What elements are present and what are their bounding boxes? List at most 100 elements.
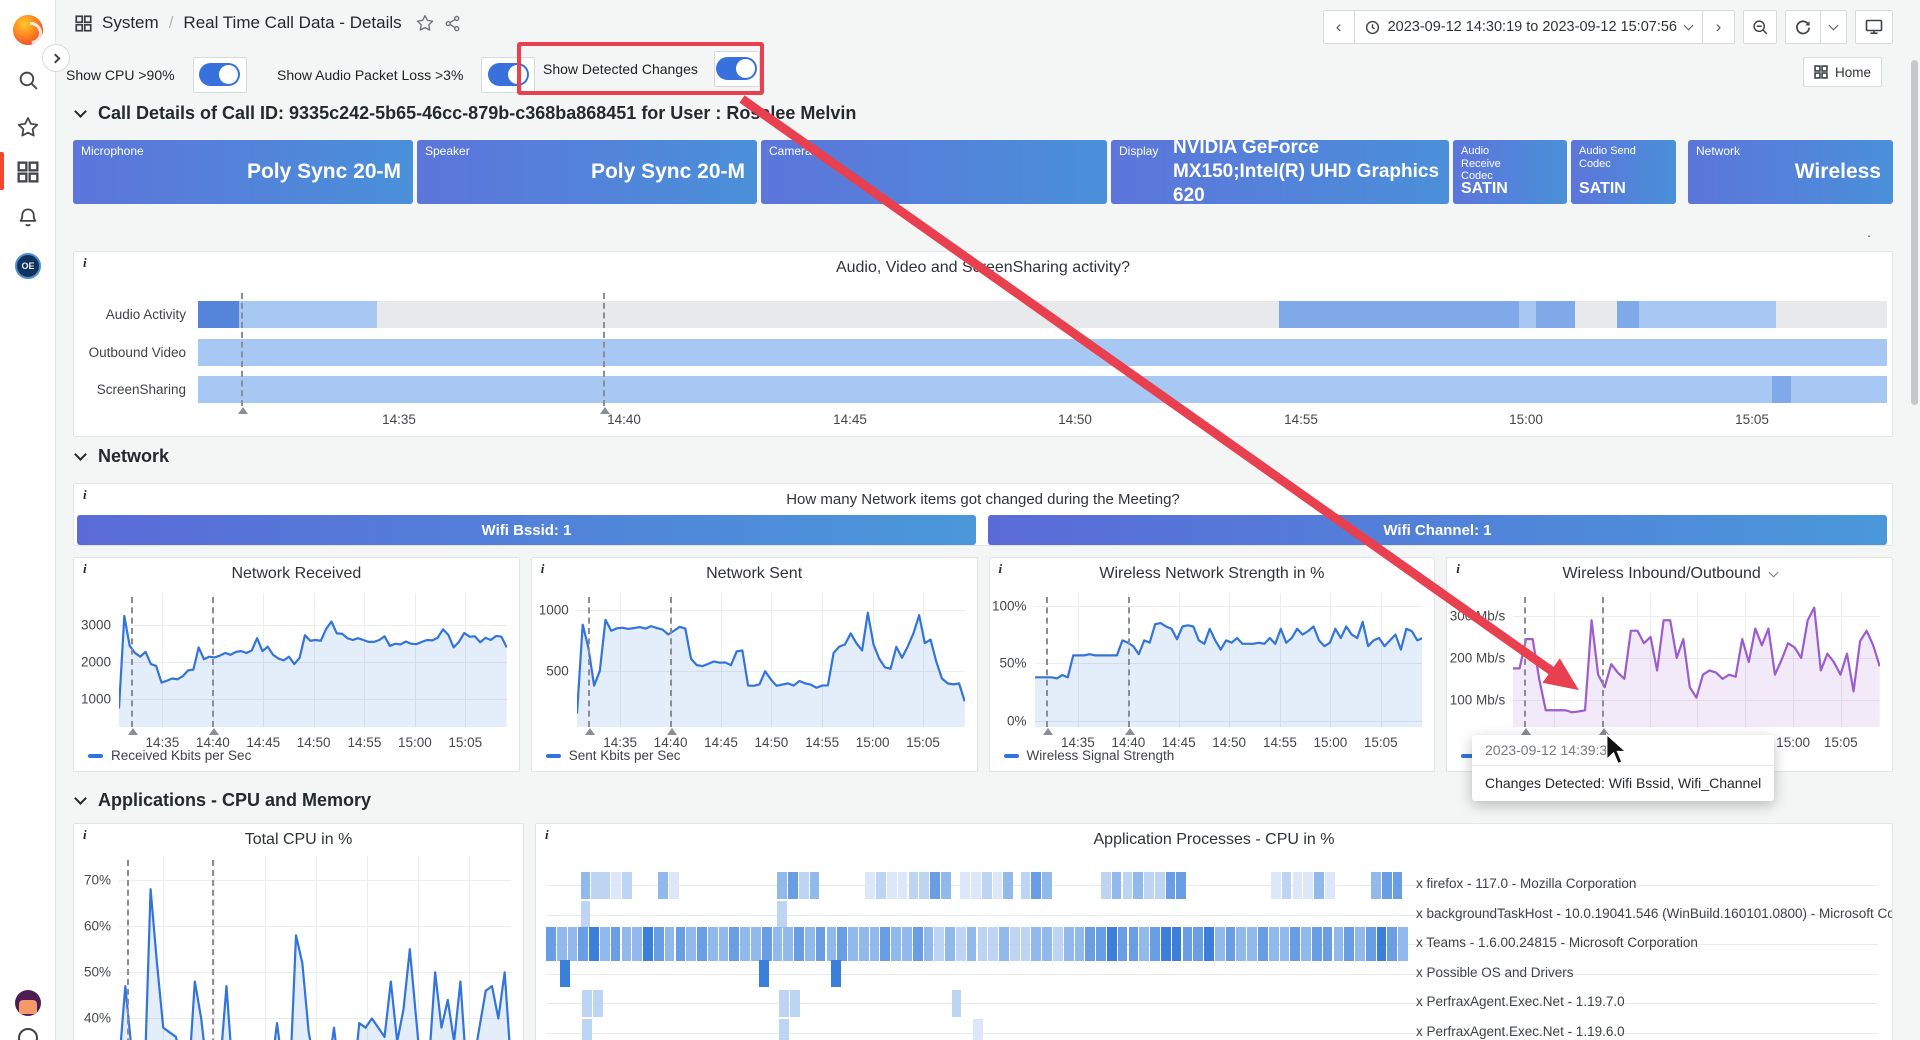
heatmap-cell[interactable] (658, 872, 668, 899)
chevron-down-icon[interactable] (1768, 568, 1778, 578)
heatmap-cell[interactable] (1003, 872, 1013, 899)
annotation-line[interactable] (212, 860, 214, 1040)
annotation-line[interactable] (670, 597, 672, 727)
heatmap-cell[interactable] (788, 872, 798, 899)
heatmap-cell[interactable] (719, 927, 729, 961)
heatmap-cell[interactable] (837, 927, 847, 961)
heatmap-cell[interactable] (1021, 872, 1031, 899)
info-icon[interactable]: i (83, 561, 87, 577)
toggle-detected-changes[interactable] (714, 51, 760, 87)
sidebar-expand-button[interactable] (42, 44, 70, 72)
heatmap-cell[interactable] (1382, 872, 1392, 899)
heatmap-cell[interactable] (777, 872, 787, 899)
heatmap-cell[interactable] (790, 990, 800, 1017)
heatmap-cell[interactable] (1129, 927, 1139, 961)
heatmap-cell[interactable] (934, 927, 944, 961)
timeline-segment[interactable] (1536, 301, 1575, 328)
annotation-line[interactable] (1046, 597, 1048, 727)
legend-wireless-signal[interactable]: Wireless Signal Strength (1004, 748, 1175, 763)
heatmap-cell[interactable] (971, 872, 981, 899)
heatmap-cell[interactable] (1031, 872, 1041, 899)
annotation-line[interactable] (241, 293, 243, 406)
heatmap-cell[interactable] (665, 927, 675, 961)
section-network[interactable]: Network (73, 446, 169, 467)
heatmap-cell[interactable] (593, 990, 603, 1017)
heatmap-cell[interactable] (676, 927, 686, 961)
heatmap-cell[interactable] (816, 927, 826, 961)
process-series-label[interactable]: x firefox - 117.0 - Mozilla Corporation (1416, 876, 1636, 891)
heatmap-cell[interactable] (1042, 927, 1052, 961)
dashboards-icon[interactable] (0, 154, 56, 190)
heatmap-cell[interactable] (902, 927, 912, 961)
heatmap-cell[interactable] (1371, 872, 1381, 899)
heatmap-cell[interactable] (1271, 872, 1281, 899)
heatmap-cell[interactable] (1366, 927, 1376, 961)
timeline-segment[interactable] (1772, 376, 1791, 403)
heatmap-cell[interactable] (891, 927, 901, 961)
heatmap-cell[interactable] (1096, 927, 1106, 961)
heatmap-cell[interactable] (848, 927, 858, 961)
heatmap-cell[interactable] (1323, 927, 1333, 961)
annotation-line[interactable] (1524, 597, 1526, 727)
heatmap-cell[interactable] (831, 960, 841, 987)
heatmap-cell[interactable] (632, 927, 642, 961)
avatar[interactable] (0, 985, 56, 1021)
heatmap-cell[interactable] (876, 872, 886, 899)
timeline-segment[interactable] (198, 376, 1772, 403)
heatmap-cell[interactable] (697, 927, 707, 961)
heatmap-cell[interactable] (643, 927, 653, 961)
heatmap-cell[interactable] (622, 927, 632, 961)
heatmap-cell[interactable] (783, 927, 793, 961)
heatmap-cell[interactable] (1150, 927, 1160, 961)
stat-camera[interactable]: Camera (761, 140, 1107, 204)
heatmap-cell[interactable] (582, 990, 592, 1017)
heatmap-cell[interactable] (941, 872, 951, 899)
alerting-bell-icon[interactable] (0, 200, 56, 236)
timeline-segment[interactable] (239, 301, 377, 328)
heatmap-cell[interactable] (1064, 927, 1074, 961)
heatmap-cell[interactable] (1293, 872, 1303, 899)
stat-speaker[interactable]: Speaker Poly Sync 20-M (417, 140, 757, 204)
timeline-segment[interactable] (1617, 301, 1639, 328)
heatmap-cell[interactable] (909, 872, 919, 899)
starred-icon[interactable] (0, 109, 56, 145)
heatmap-cell[interactable] (578, 927, 588, 961)
info-icon[interactable]: i (83, 487, 87, 503)
legend-received-kbits[interactable]: Received Kbits per Sec (88, 748, 251, 763)
legend-sent-kbits[interactable]: Sent Kbits per Sec (546, 748, 681, 763)
heatmap-cell[interactable] (880, 927, 890, 961)
info-icon[interactable]: i (83, 827, 87, 843)
help-icon[interactable] (18, 1028, 38, 1040)
process-series-label[interactable]: x backgroundTaskHost - 10.0.19041.546 (W… (1416, 906, 1893, 921)
heatmap-cell[interactable] (799, 872, 809, 899)
heatmap-cell[interactable] (773, 927, 783, 961)
heatmap-cell[interactable] (729, 927, 739, 961)
heatmap-cell[interactable] (930, 872, 940, 899)
heatmap-cell[interactable] (1193, 927, 1203, 961)
heatmap-cell[interactable] (960, 872, 970, 899)
refresh-interval-dropdown[interactable] (1821, 10, 1847, 44)
annotation-line[interactable] (127, 860, 129, 1040)
heatmap-cell[interactable] (1301, 927, 1311, 961)
annotation-line[interactable] (1128, 597, 1130, 727)
heatmap-cell[interactable] (1183, 927, 1193, 961)
heatmap-cell[interactable] (1258, 927, 1268, 961)
heatmap-cell[interactable] (560, 960, 570, 987)
annotation-line[interactable] (131, 597, 133, 727)
stat-wifi-channel[interactable]: Wifi Channel: 1 (988, 515, 1887, 545)
heatmap-cell[interactable] (1355, 927, 1365, 961)
heatmap-cell[interactable] (546, 927, 556, 961)
info-icon[interactable]: i (83, 255, 87, 271)
stat-display[interactable]: Display NVIDIA GeForce MX150;Intel(R) UH… (1111, 140, 1449, 204)
heatmap-cell[interactable] (759, 960, 769, 987)
heatmap-cell[interactable] (924, 927, 934, 961)
heatmap-cell[interactable] (982, 872, 992, 899)
heatmap-cell[interactable] (1377, 927, 1387, 961)
panel-title[interactable]: Wireless Inbound/Outbound (1447, 565, 1892, 583)
zoom-out-button[interactable] (1743, 10, 1777, 44)
home-button[interactable]: Home (1803, 57, 1882, 87)
breadcrumb-page[interactable]: Real Time Call Data - Details (183, 13, 401, 33)
heatmap-cell[interactable] (568, 927, 578, 961)
heatmap-cell[interactable] (810, 872, 820, 899)
heatmap-cell[interactable] (1085, 927, 1095, 961)
